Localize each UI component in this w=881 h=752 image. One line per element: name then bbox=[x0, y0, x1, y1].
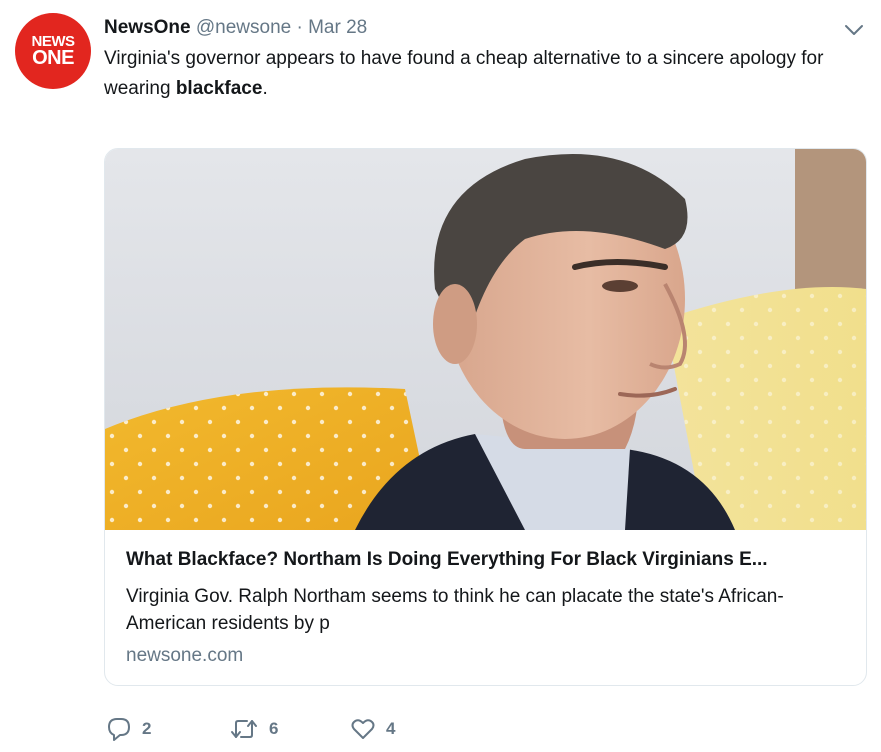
tweet-date[interactable]: Mar 28 bbox=[308, 17, 367, 38]
header-separator: · bbox=[296, 17, 303, 38]
author-name[interactable]: NewsOne bbox=[104, 17, 191, 38]
author-handle[interactable]: @newsone bbox=[196, 17, 291, 38]
retweet-button[interactable]: 6 bbox=[229, 716, 278, 742]
retweet-icon bbox=[229, 716, 259, 742]
chevron-down-icon[interactable] bbox=[843, 18, 865, 40]
card-title[interactable]: What Blackface? Northam Is Doing Everyth… bbox=[126, 549, 851, 571]
tweet-text: Virginia's governor appears to have foun… bbox=[104, 44, 844, 104]
avatar[interactable]: NEWS ONE bbox=[15, 13, 91, 89]
reply-count: 2 bbox=[142, 719, 152, 738]
link-card[interactable]: What Blackface? Northam Is Doing Everyth… bbox=[104, 148, 867, 686]
retweet-count: 6 bbox=[269, 719, 279, 738]
reply-button[interactable]: 2 bbox=[106, 716, 151, 742]
card-image bbox=[105, 149, 866, 530]
like-button[interactable]: 4 bbox=[350, 716, 395, 742]
reply-icon bbox=[106, 716, 132, 742]
tweet-text-end: . bbox=[262, 78, 268, 99]
card-domain[interactable]: newsone.com bbox=[126, 645, 243, 667]
avatar-logo-line2: ONE bbox=[32, 46, 74, 69]
heart-icon bbox=[350, 716, 376, 742]
tweet-text-bold: blackface bbox=[175, 78, 263, 99]
card-description: Virginia Gov. Ralph Northam seems to thi… bbox=[126, 586, 784, 634]
like-count: 4 bbox=[386, 719, 396, 738]
tweet-header: NewsOne @newsone · Mar 28 bbox=[104, 16, 367, 40]
